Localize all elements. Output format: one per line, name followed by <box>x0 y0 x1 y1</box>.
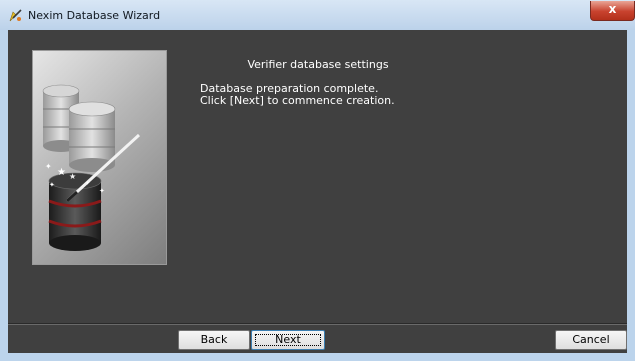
status-message-line-2: Click [Next] to commence creation. <box>200 94 395 107</box>
database-wizard-illustration: ✦ ★ ★ ✦ ✦ ✦ <box>32 50 167 265</box>
svg-text:✦: ✦ <box>45 162 52 171</box>
close-icon: x <box>608 2 617 16</box>
svg-text:✦: ✦ <box>49 181 55 189</box>
next-button[interactable]: Next <box>251 330 325 350</box>
back-button[interactable]: Back <box>178 330 250 350</box>
database-stack-icon: ✦ ★ ★ ✦ ✦ ✦ <box>42 84 141 251</box>
wizard-wand-icon <box>9 9 22 22</box>
window-title: Nexim Database Wizard <box>28 9 161 22</box>
window-bottom-border <box>0 353 635 361</box>
svg-text:✦: ✦ <box>99 187 105 195</box>
title-bar[interactable]: Nexim Database Wizard x <box>0 0 635 30</box>
close-button[interactable]: x <box>590 1 635 21</box>
cancel-button[interactable]: Cancel <box>555 330 627 350</box>
page-heading: Verifier database settings <box>247 58 389 71</box>
svg-text:★: ★ <box>69 172 76 181</box>
wizard-client-area: ✦ ★ ★ ✦ ✦ ✦ Verifier database settings D… <box>8 30 627 353</box>
svg-text:✦: ✦ <box>85 180 90 187</box>
focus-rectangle <box>255 334 321 346</box>
wizard-window: Nexim Database Wizard x ✦ ★ ★ ✦ ✦ ✦ Veri… <box>0 0 635 361</box>
footer-separator <box>8 323 627 325</box>
svg-text:★: ★ <box>57 167 66 178</box>
